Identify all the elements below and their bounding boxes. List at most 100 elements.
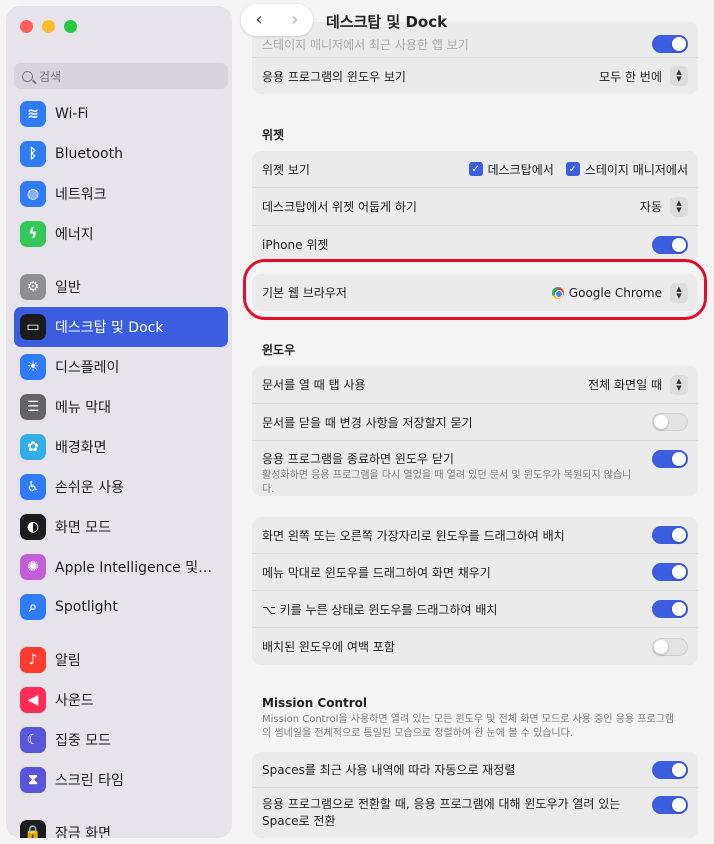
popup-chevron-icon: ▲ ▼ (670, 196, 688, 217)
sidebar-item[interactable]: ✺ Apple Intelligence 및… (14, 547, 228, 587)
show-widgets-options: ✓ 데스크탑에서 ✓ 스테이지 매니저에서 (457, 161, 688, 178)
sidebar-item-label: 사운드 (55, 693, 94, 709)
sidebar-item-label: 디스플레이 (55, 360, 120, 376)
sidebar-item[interactable]: ♿ 손쉬운 사용 (14, 467, 228, 507)
popup-chevron-icon: ▲ ▼ (670, 282, 688, 303)
ask-save-row: 문서를 닫을 때 변경 사항을 저장할지 묻기 (252, 404, 698, 441)
close-windows-toggle[interactable] (652, 450, 688, 468)
apple-intelligence-icon: ✺ (20, 554, 46, 580)
sidebar-item[interactable]: ⧗ 스크린 타임 (14, 760, 228, 800)
app-windows-label: 응용 프로그램의 윈도우 보기 (262, 69, 406, 84)
spaces-reorder-row: Spaces를 최근 사용 내역에 따라 자동으로 재정렬 (252, 752, 698, 788)
search-field[interactable]: 검색 (14, 63, 228, 89)
battery-icon: ϟ (20, 221, 46, 247)
sidebar-item[interactable]: 🔒 잠금 화면 (14, 813, 228, 838)
dim-widgets-row: 데스크탑에서 위젯 어둡게 하기 자동 ▲ ▼ (252, 188, 698, 226)
sidebar-item[interactable]: ⌕ Spotlight (14, 587, 228, 627)
edge-tiling-toggle[interactable] (652, 526, 688, 544)
sidebar-item[interactable]: ✿ 배경화면 (14, 427, 228, 467)
app-windows-popup[interactable]: 모두 한 번에 ▲ ▼ (599, 66, 688, 86)
sidebar-item[interactable]: ᛒ Bluetooth (14, 134, 228, 174)
widgets-section-title: 위젯 (262, 128, 285, 142)
app-windows-row: 응용 프로그램의 윈도우 보기 모두 한 번에 ▲ ▼ (252, 58, 698, 94)
mission-control-title: Mission Control (262, 696, 368, 710)
sidebar-item[interactable]: ⚙ 일반 (14, 267, 228, 307)
sidebar-item[interactable]: ▭ 데스크탑 및 Dock (14, 307, 228, 347)
default-browser-row: 기본 웹 브라우저 Google Chrome ▲ ▼ (252, 274, 698, 311)
ask-save-label: 문서를 닫을 때 변경 사항을 저장할지 묻기 (262, 415, 473, 430)
stage-manager-checkbox[interactable]: ✓ 스테이지 매니저에서 (565, 161, 688, 178)
option-tiling-toggle[interactable] (652, 600, 688, 618)
sidebar-item[interactable]: ≋ Wi-Fi (14, 94, 228, 134)
close-window-button[interactable] (20, 20, 33, 33)
tabs-label: 문서를 열 때 탭 사용 (262, 378, 366, 392)
search-icon (22, 70, 33, 82)
sidebar-item[interactable]: ☰ 메뉴 막대 (14, 387, 228, 427)
sidebar-item-label: 네트워크 (55, 187, 107, 203)
edge-tiling-label: 화면 왼쪽 또는 오른쪽 가장자리로 윈도우를 드래그하여 배치 (262, 528, 565, 543)
toolbar: ‹ › 데스크탑 및 Dock (232, 0, 714, 40)
globe-icon: ◍ (20, 181, 46, 207)
sidebar-item-label: Apple Intelligence 및… (55, 560, 213, 576)
sidebar-item-label: 화면 모드 (55, 520, 111, 536)
dim-widgets-popup[interactable]: 자동 ▲ ▼ (639, 196, 688, 217)
stage-manager-checkbox-label: 스테이지 매니저에서 (584, 162, 688, 177)
spaces-reorder-toggle[interactable] (652, 760, 688, 779)
sidebar-item-label: 일반 (55, 280, 81, 296)
main-pane: ‹ › 데스크탑 및 Dock 스테이지 매니저에서 최근 사용한 앱 보기 응… (232, 0, 714, 844)
tiling-margin-label: 배치된 윈도우에 여백 포함 (262, 640, 395, 654)
default-browser-popup[interactable]: Google Chrome ▲ ▼ (551, 282, 688, 303)
sidebar-item[interactable]: ♪ 알림 (14, 640, 228, 680)
sidebar-item-label: 손쉬운 사용 (55, 480, 124, 496)
sidebar-item[interactable]: ☾ 집중 모드 (14, 720, 228, 760)
appearance-icon: ◐ (20, 514, 46, 540)
sidebar-item[interactable]: ☀ 디스플레이 (14, 347, 228, 387)
ask-save-toggle[interactable] (652, 413, 688, 431)
back-chevron-icon[interactable]: ‹ (255, 11, 262, 29)
iphone-widgets-toggle[interactable] (652, 235, 688, 254)
browser-card: 기본 웹 브라우저 Google Chrome ▲ ▼ (252, 274, 698, 311)
zoom-window-button[interactable] (64, 20, 77, 33)
sidebar-item[interactable]: ϟ 에너지 (14, 214, 228, 254)
iphone-widgets-label: iPhone 위젯 (262, 238, 329, 252)
desktop-checkbox[interactable]: ✓ 데스크탑에서 (468, 161, 554, 178)
menubar-fill-toggle[interactable] (652, 563, 688, 581)
moon-icon: ☾ (20, 727, 46, 753)
sidebar-item[interactable]: ◀ 사운드 (14, 680, 228, 720)
popup-chevron-icon: ▲ ▼ (670, 374, 688, 395)
sidebar-item-label: 메뉴 막대 (55, 400, 111, 416)
search-placeholder: 검색 (39, 69, 62, 84)
close-windows-row: 응용 프로그램을 종료하면 윈도우 닫기 활성화하면 응용 프로그램을 다시 열… (252, 441, 698, 496)
close-windows-label: 응용 프로그램을 종료하면 윈도우 닫기 (262, 452, 454, 466)
tiling-margin-toggle[interactable] (652, 637, 688, 656)
close-windows-text: 응용 프로그램을 종료하면 윈도우 닫기 활성화하면 응용 프로그램을 다시 열… (262, 450, 632, 497)
option-tiling-label: ⌥ 키를 누른 상태로 윈도우를 드래그하여 배치 (262, 602, 498, 617)
widgets-card: 위젯 보기 ✓ 데스크탑에서 ✓ 스테이지 매니저에서 데스크탑에서 위젯 어둡… (252, 151, 698, 263)
switch-space-toggle[interactable] (652, 796, 688, 814)
sidebar-item[interactable]: ◍ 네트워크 (14, 174, 228, 214)
gear-icon: ⚙ (20, 274, 46, 300)
display-icon: ☀ (20, 354, 46, 380)
minimize-window-button[interactable] (42, 20, 55, 33)
checkmark-icon: ✓ (468, 162, 483, 176)
forward-chevron-icon[interactable]: › (291, 11, 298, 29)
sidebar-item[interactable]: ◐ 화면 모드 (14, 507, 228, 547)
chrome-icon (551, 286, 564, 299)
spaces-reorder-label: Spaces를 최근 사용 내역에 따라 자동으로 재정렬 (262, 763, 516, 777)
edge-tiling-row: 화면 왼쪽 또는 오른쪽 가장자리로 윈도우를 드래그하여 배치 (252, 517, 698, 554)
spotlight-icon: ⌕ (20, 594, 46, 620)
dock-icon: ▭ (20, 314, 46, 340)
page-title: 데스크탑 및 Dock (326, 13, 448, 31)
sidebar-item-label: 배경화면 (55, 440, 107, 456)
sidebar-item-label: 에너지 (55, 227, 94, 243)
wifi-icon: ≋ (20, 101, 46, 127)
switch-space-row: 응용 프로그램으로 전환할 때, 응용 프로그램에 대해 윈도우가 열려 있는 … (252, 788, 698, 838)
default-browser-label: 기본 웹 브라우저 (262, 286, 347, 300)
tabs-popup[interactable]: 전체 화면일 때 ▲ ▼ (588, 374, 688, 395)
dim-widgets-value: 자동 (639, 200, 662, 214)
sidebar-item-label: 데스크탑 및 Dock (55, 320, 164, 336)
menubar-icon: ☰ (20, 394, 46, 420)
sidebar-item-label: 스크린 타임 (55, 773, 124, 789)
